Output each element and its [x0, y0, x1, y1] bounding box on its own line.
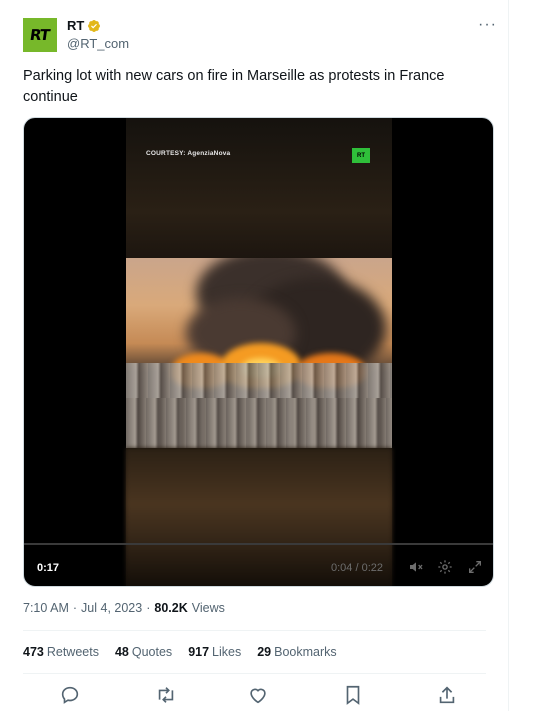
video-player[interactable]: COURTESY: AgenziaNova RT 0:17 0:04 / 0:2…	[23, 117, 494, 587]
stat-bookmarks[interactable]: 29 Bookmarks	[257, 645, 336, 659]
verified-badge-icon	[88, 19, 101, 32]
fullscreen-icon[interactable]	[467, 559, 483, 575]
tweet-time[interactable]: 7:10 AM	[23, 601, 69, 615]
tweet-text: Parking lot with new cars on fire in Mar…	[23, 68, 445, 105]
author-handle[interactable]: @RT_com	[67, 36, 129, 51]
tweet-meta: 7:10 AM · Jul 4, 2023 · 80.2K Views	[23, 601, 225, 615]
like-icon[interactable]	[247, 684, 269, 706]
share-icon[interactable]	[436, 684, 458, 706]
bookmark-icon[interactable]	[342, 684, 364, 706]
tweet-date[interactable]: Jul 4, 2023	[81, 601, 142, 615]
stat-quotes[interactable]: 48 Quotes	[115, 645, 172, 659]
video-time-readout: 0:04 / 0:22	[331, 562, 383, 574]
more-options-icon[interactable]: ···	[478, 16, 497, 34]
author-name-row: RT	[67, 18, 101, 33]
avatar[interactable]: RT	[23, 18, 57, 52]
stat-count: 917	[188, 645, 210, 659]
stat-count: 48	[114, 645, 129, 659]
stat-label: Likes	[212, 645, 242, 659]
stat-count: 29	[257, 645, 272, 659]
mute-icon[interactable]	[408, 559, 424, 575]
engagement-stats: 473 Retweets 48 Quotes 917 Likes 29 Book…	[23, 645, 337, 659]
video-duration: 0:17	[37, 562, 60, 574]
settings-gear-icon[interactable]	[437, 559, 453, 575]
display-name[interactable]: RT	[67, 18, 84, 33]
stat-likes[interactable]: 917 Likes	[188, 645, 241, 659]
reply-icon[interactable]	[59, 684, 81, 706]
meta-separator: ·	[72, 601, 78, 615]
video-progress-bar[interactable]	[24, 543, 493, 545]
meta-separator: ·	[146, 601, 151, 615]
divider	[23, 673, 486, 674]
stat-retweets[interactable]: 473 Retweets	[23, 645, 99, 659]
video-frame: COURTESY: AgenziaNova RT	[126, 118, 392, 586]
views-label: Views	[191, 601, 225, 615]
action-bar	[0, 684, 509, 708]
retweet-icon[interactable]	[155, 684, 177, 706]
stat-count: 473	[23, 645, 44, 659]
fire-scene-image	[126, 258, 392, 448]
stat-label: Quotes	[131, 645, 173, 659]
stat-label: Retweets	[46, 645, 99, 659]
views-count: 80.2K	[154, 601, 188, 615]
rt-watermark: RT	[352, 148, 370, 163]
stat-label: Bookmarks	[274, 645, 337, 659]
divider	[23, 630, 486, 631]
tweet-card: RT RT @RT_com ··· Parking lot with new c…	[0, 0, 509, 711]
avatar-logo-text: RT	[29, 26, 51, 44]
courtesy-caption: COURTESY: AgenziaNova	[146, 150, 231, 157]
parked-cars-row	[126, 398, 392, 448]
